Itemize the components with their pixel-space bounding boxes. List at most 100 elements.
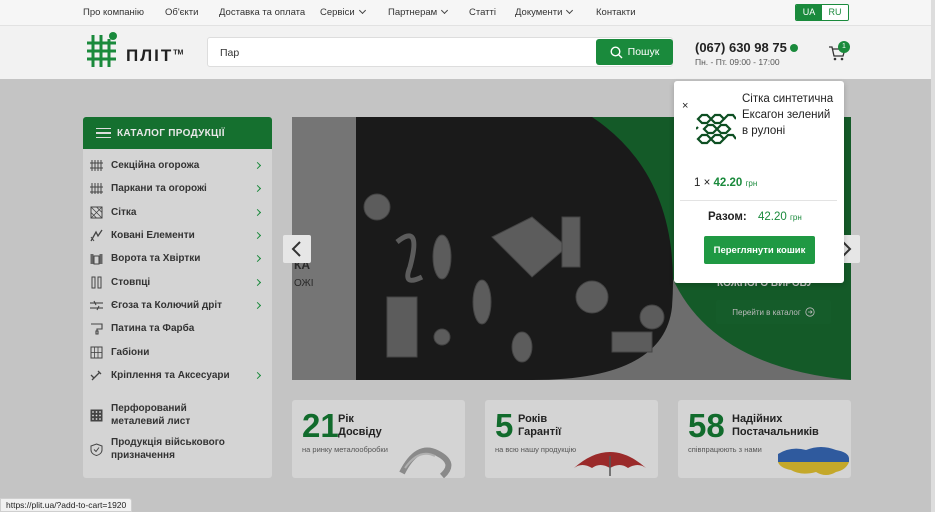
catalog-header[interactable]: КАТАЛОГ ПРОДУКЦІЇ xyxy=(83,117,272,149)
chevron-right-icon xyxy=(253,184,262,193)
catalog-item-posts[interactable]: Стовпці xyxy=(90,276,268,289)
catalog-item-forged[interactable]: Ковані Елементи xyxy=(90,229,268,242)
divider xyxy=(680,200,837,201)
currency-label: грн xyxy=(745,179,758,188)
catalog-item-label: Ворота та Хвіртки xyxy=(111,253,201,264)
nav-services-label: Сервіси xyxy=(320,7,355,18)
catalog-item-gabions[interactable]: Габіони xyxy=(90,346,268,359)
chevron-right-icon xyxy=(253,278,262,287)
banner-left-subheading: ОЖІ xyxy=(294,278,314,289)
forged-icon xyxy=(90,229,103,242)
chevron-down-icon xyxy=(441,6,449,15)
nav-partners[interactable]: Партнерам xyxy=(388,6,449,18)
search-button-label: Пошук xyxy=(627,46,660,58)
perforated-icon xyxy=(90,409,103,421)
catalog-item-sectional-fence[interactable]: Секційна огорожа xyxy=(90,159,268,172)
mesh-icon xyxy=(90,206,103,219)
logo-word: ПЛІТ xyxy=(126,46,174,65)
fence-icon xyxy=(90,183,103,194)
catalog-item-perforated[interactable]: Перфорований металевий лист xyxy=(90,402,268,428)
catalog-item-gates[interactable]: Ворота та Хвіртки xyxy=(90,252,268,265)
phone-number[interactable]: (067) 630 98 75 xyxy=(695,40,798,55)
stat-number: 21 xyxy=(302,407,339,444)
catalog-link-button[interactable]: Перейти в каталог xyxy=(716,300,831,324)
search-input[interactable] xyxy=(220,44,590,62)
cart-total: 42.20 грн xyxy=(758,211,802,223)
catalog-item-label: Габіони xyxy=(111,347,150,358)
product-thumbnail[interactable] xyxy=(696,113,736,145)
catalog-item-label: Паркани та огорожі xyxy=(111,183,207,194)
stat-card-suppliers: 58 Надійних Постачальників співпрацюють … xyxy=(678,400,851,478)
nav-partners-label: Партнерам xyxy=(388,7,438,18)
cart-total-label: Разом: xyxy=(708,211,747,223)
chevron-right-icon xyxy=(253,301,262,310)
catalog-item-barbed-wire[interactable]: Єгоза та Колючий дріт xyxy=(90,299,268,312)
search-button[interactable]: Пошук xyxy=(596,39,673,65)
catalog-item-label: Сітка xyxy=(111,207,137,218)
status-bar-url: https://plit.ua/?add-to-cart=1920 xyxy=(0,498,133,512)
catalog-item-label: Кріплення та Аксесуари xyxy=(111,370,230,381)
search-icon xyxy=(610,45,623,58)
nav-services[interactable]: Сервіси xyxy=(320,6,366,18)
chevron-right-icon xyxy=(253,161,262,170)
chevron-down-icon xyxy=(358,6,366,15)
gate-icon xyxy=(90,254,103,265)
top-navigation: Про компанію Об'єкти Доставка та оплата … xyxy=(0,0,935,26)
language-switcher: UA RU xyxy=(795,4,849,21)
nav-about[interactable]: Про компанію xyxy=(83,7,144,18)
currency-label: грн xyxy=(789,213,802,222)
fence-icon xyxy=(90,160,103,171)
nav-delivery[interactable]: Доставка та оплата xyxy=(219,7,305,18)
times-sign: × xyxy=(703,177,711,189)
catalog-item-label: Стовпці xyxy=(111,277,151,288)
phone-text: (067) 630 98 75 xyxy=(695,40,787,55)
gabion-icon xyxy=(90,346,103,359)
catalog-item-label: Єгоза та Колючий дріт xyxy=(111,300,223,311)
stat-card-warranty: 5 Років Гарантії на всю нашу продукцію xyxy=(485,400,658,478)
post-icon xyxy=(91,276,102,289)
cart-quantity: 1 xyxy=(694,177,701,189)
cart-line-price: 1 × 42.20 грн xyxy=(694,177,757,189)
nav-documents[interactable]: Документи xyxy=(515,6,574,18)
stat-title: Рік Досвіду xyxy=(338,413,382,438)
catalog-item-label: Ковані Елементи xyxy=(111,230,195,241)
cart-count-badge: 1 xyxy=(838,41,850,53)
nav-contacts[interactable]: Контакти xyxy=(596,7,636,18)
view-cart-button[interactable]: Переглянути кошик xyxy=(704,236,815,264)
working-hours: Пн. - Пт. 09:00 - 17:00 xyxy=(695,57,780,67)
ukraine-map-image xyxy=(778,447,849,475)
stat-subtitle: на всю нашу продукцію xyxy=(495,445,577,454)
stat-title: Років Гарантії xyxy=(518,413,562,438)
logo-text: ПЛІТTM xyxy=(126,46,183,66)
stat-number: 5 xyxy=(495,407,514,444)
lang-ua[interactable]: UA xyxy=(796,5,822,20)
catalog-item-fences[interactable]: Паркани та огорожі xyxy=(90,182,268,195)
cart-item-price: 42.20 xyxy=(713,177,743,189)
catalog-item-fasteners[interactable]: Кріплення та Аксесуари xyxy=(90,369,268,382)
chevron-right-icon xyxy=(253,208,262,217)
stat-card-experience: 21 Рік Досвіду на ринку металообробки xyxy=(292,400,465,478)
stat-subtitle: співпрацюють з нами xyxy=(688,445,762,454)
chevron-right-icon xyxy=(253,231,262,240)
cart-product-name[interactable]: Сітка синтетична Ексагон зелений в рулон… xyxy=(742,91,837,139)
umbrella-image xyxy=(574,452,646,476)
logo-trademark: TM xyxy=(173,49,184,57)
catalog-item-label: Продукція військового призначення xyxy=(111,437,225,461)
catalog-item-paint[interactable]: Патина та Фарба xyxy=(90,322,268,335)
chevron-left-icon xyxy=(291,241,301,257)
catalog-item-military[interactable]: Продукція військового призначення xyxy=(90,436,268,462)
catalog-item-label: Патина та Фарба xyxy=(111,323,195,334)
catalog-link-label: Перейти в каталог xyxy=(732,307,801,317)
lang-ru[interactable]: RU xyxy=(822,5,848,20)
catalog-item-mesh[interactable]: Сітка xyxy=(90,206,268,219)
page-scrollbar[interactable] xyxy=(931,0,935,512)
nav-objects[interactable]: Об'єкти xyxy=(165,7,198,18)
nav-articles[interactable]: Статті xyxy=(469,7,496,18)
chevron-down-icon xyxy=(566,6,574,15)
close-icon[interactable]: × xyxy=(682,100,688,112)
phone-status-icon xyxy=(789,44,798,52)
menu-icon xyxy=(96,128,111,138)
slider-prev-button[interactable] xyxy=(283,235,311,263)
nav-documents-label: Документи xyxy=(515,7,563,18)
wire-icon xyxy=(90,300,103,311)
